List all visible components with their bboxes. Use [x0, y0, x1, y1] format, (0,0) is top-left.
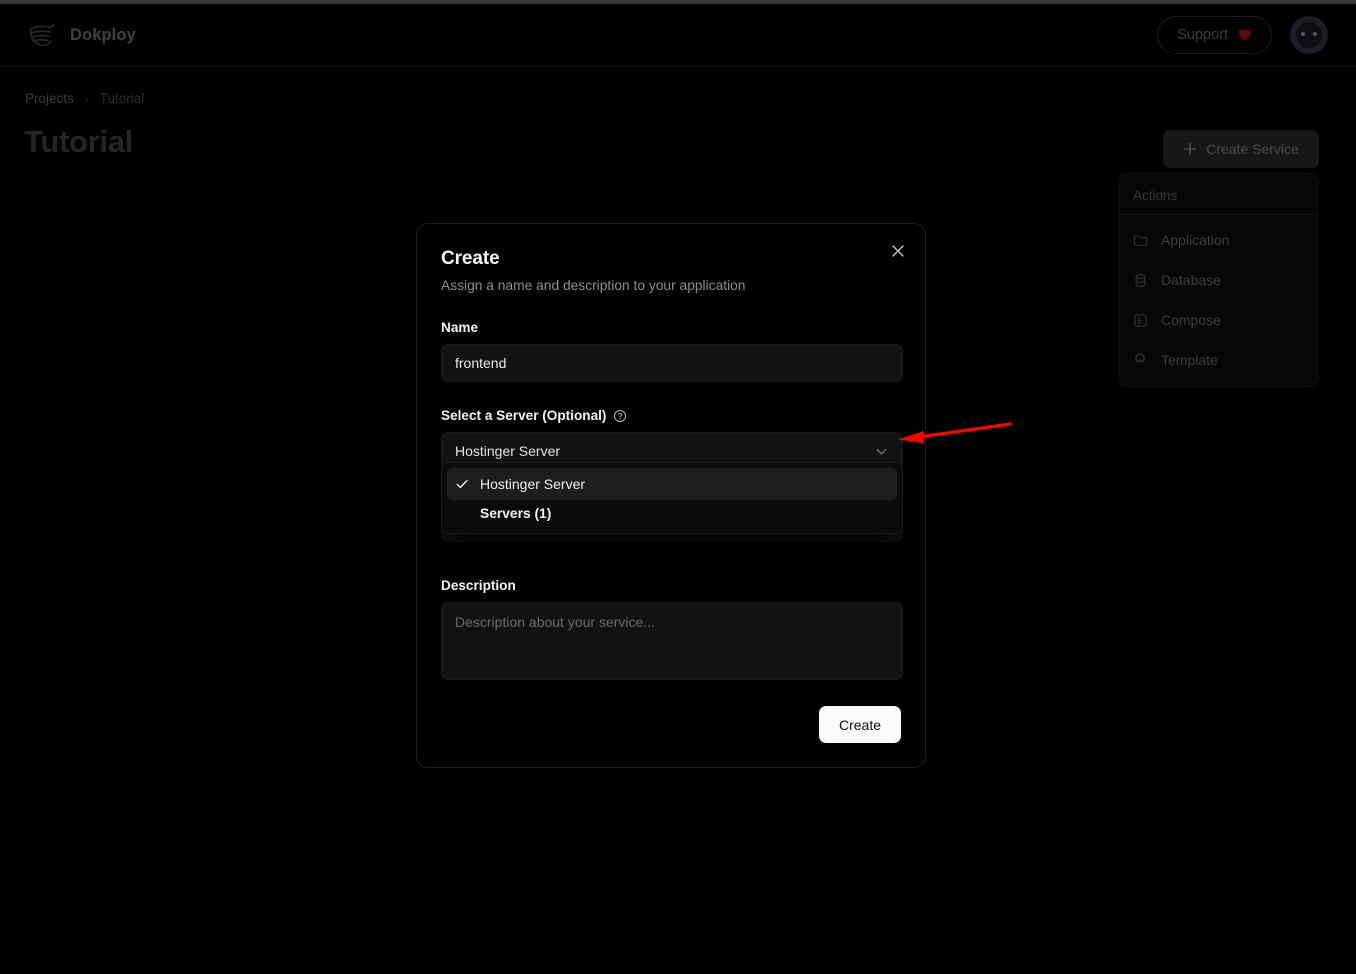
brand-name: Dokploy — [70, 26, 136, 45]
chevron-down-icon — [874, 444, 889, 459]
database-icon — [1133, 273, 1148, 288]
close-icon — [891, 244, 905, 258]
support-label: Support — [1177, 27, 1228, 43]
compose-icon — [1133, 313, 1148, 328]
menu-item-label: Database — [1161, 272, 1221, 288]
whale-icon — [28, 21, 58, 49]
menu-item-label: Compose — [1161, 312, 1221, 328]
menu-divider — [1120, 214, 1317, 215]
breadcrumb: Projects › Tutorial — [25, 91, 144, 106]
description-field-label: Description — [441, 578, 901, 593]
app-root: Dokploy Support Projects › Tutorial Tuto… — [0, 0, 1356, 974]
support-button[interactable]: Support — [1157, 16, 1272, 54]
server-label-text: Select a Server (Optional) — [441, 408, 606, 423]
server-field-label: Select a Server (Optional) — [441, 408, 901, 423]
name-input[interactable] — [441, 344, 903, 382]
app-header: Dokploy Support — [0, 4, 1356, 67]
avatar-face-icon — [1296, 22, 1322, 48]
name-field-label: Name — [441, 320, 901, 335]
select-group-label: Servers (1) — [447, 500, 897, 528]
modal-footer: Create — [441, 706, 901, 743]
menu-item-label: Application — [1161, 232, 1230, 248]
check-icon — [455, 477, 469, 491]
modal-title: Create — [441, 248, 901, 270]
brand[interactable]: Dokploy — [28, 21, 136, 49]
create-service-button[interactable]: Create Service — [1163, 130, 1319, 168]
name-label-text: Name — [441, 320, 478, 335]
select-option-hostinger-server[interactable]: Hostinger Server — [447, 468, 897, 500]
menu-item-template[interactable]: Template — [1120, 340, 1317, 380]
heart-icon — [1237, 28, 1252, 42]
submit-create-button[interactable]: Create — [819, 706, 901, 743]
create-service-label: Create Service — [1206, 141, 1299, 157]
puzzle-icon — [1133, 353, 1148, 368]
menu-item-label: Template — [1161, 352, 1218, 368]
header-right: Support — [1157, 16, 1328, 54]
chevron-right-icon: › — [85, 92, 89, 106]
select-option-label: Hostinger Server — [480, 476, 585, 492]
folder-icon — [1133, 233, 1148, 248]
description-textarea[interactable] — [441, 602, 903, 680]
modal-description: Assign a name and description to your ap… — [441, 278, 901, 293]
menu-item-compose[interactable]: Compose — [1120, 300, 1317, 340]
description-label-text: Description — [441, 578, 516, 593]
actions-dropdown-menu: Actions Application Database — [1119, 173, 1318, 387]
breadcrumb-current[interactable]: Tutorial — [100, 91, 145, 106]
plus-icon — [1183, 142, 1197, 156]
server-select-popup: Hostinger Server Servers (1) — [441, 462, 903, 534]
help-circle-icon[interactable] — [613, 409, 627, 423]
page-title: Tutorial — [24, 124, 133, 160]
actions-menu-title: Actions — [1120, 179, 1317, 214]
breadcrumb-projects[interactable]: Projects — [25, 91, 74, 106]
avatar[interactable] — [1290, 16, 1328, 54]
menu-item-database[interactable]: Database — [1120, 260, 1317, 300]
close-button[interactable] — [888, 241, 908, 261]
server-select-value: Hostinger Server — [455, 443, 560, 459]
menu-item-application[interactable]: Application — [1120, 220, 1317, 260]
